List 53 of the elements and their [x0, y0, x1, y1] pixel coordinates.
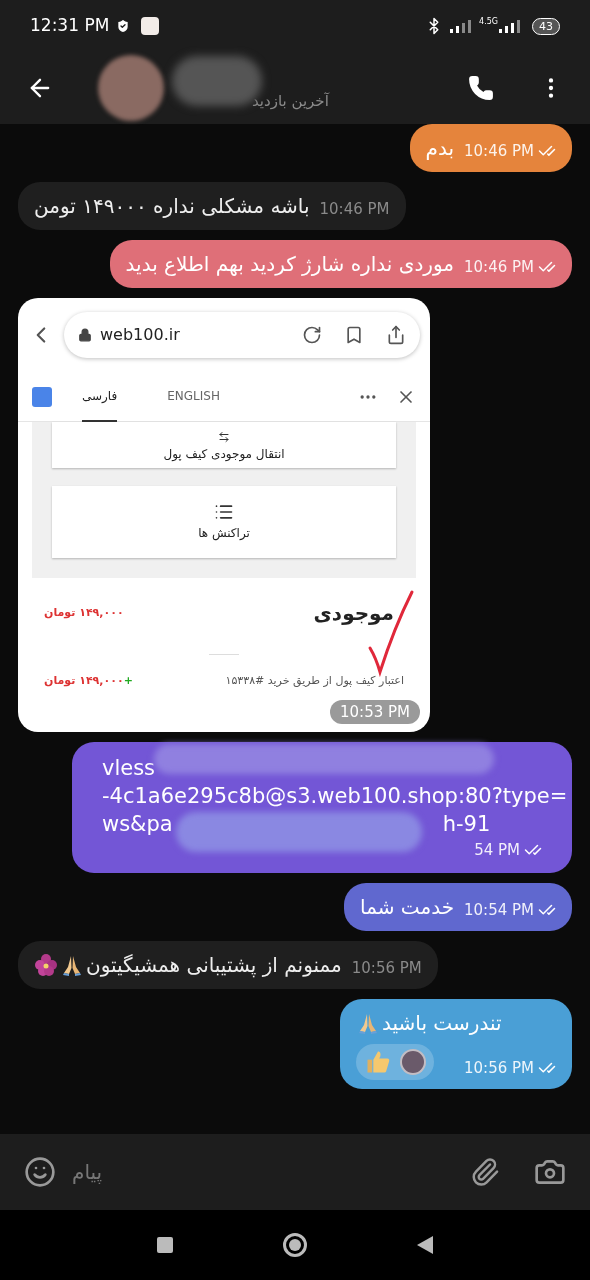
- message-text: ممنونم از پشتیبانی همشیگیتون: [86, 952, 342, 980]
- reaction-chip[interactable]: [356, 1044, 434, 1080]
- back-triangle-icon[interactable]: [417, 1236, 433, 1254]
- message-text: تندرست باشید: [382, 1010, 502, 1037]
- share-icon[interactable]: [386, 325, 406, 345]
- message-time: 10:56 PM: [464, 1057, 534, 1079]
- message-time: 10:46 PM: [464, 256, 534, 278]
- message-time: 10:53 PM: [330, 699, 420, 724]
- message-time: 10:56 PM: [351, 957, 422, 979]
- battery-level: 43: [532, 17, 560, 35]
- shield-icon: [115, 18, 132, 34]
- notification-icon: [141, 17, 160, 35]
- card-label: انتقال موجودی کیف پول: [163, 446, 285, 463]
- address-bar[interactable]: web100.ir: [64, 312, 420, 358]
- message-text: موردی نداره شارژ کردید بهم اطلاع بدید: [125, 251, 454, 278]
- message-composer[interactable]: پیام: [0, 1134, 590, 1210]
- message-input[interactable]: پیام: [72, 1157, 454, 1187]
- message-text: خدمت شما: [360, 894, 454, 921]
- language-tab[interactable]: ENGLISH: [167, 371, 220, 422]
- bookmark-icon[interactable]: [344, 325, 364, 345]
- url-text: web100.ir: [100, 324, 181, 346]
- menu-card[interactable]: انتقال موجودی کیف پول: [52, 422, 396, 468]
- balance-amount: ۱۴۹,۰۰۰ تومان: [44, 604, 124, 621]
- message-text: vless: [102, 755, 156, 782]
- attach-icon[interactable]: [470, 1157, 500, 1187]
- flower-icon: [34, 953, 58, 977]
- message-time: 54 PM: [474, 840, 520, 861]
- message-text: باشه مشکلی نداره ۱۴۹۰۰۰ تومن: [34, 193, 310, 220]
- message-text: بدم: [425, 135, 454, 162]
- transfer-icon: [218, 431, 230, 443]
- network-label: 4.5G: [479, 16, 498, 28]
- message-text: -4c1a6e295c8b@s3.web100.shop:80?type=: [102, 783, 568, 810]
- list-icon: [214, 502, 234, 522]
- transaction-amount: ۱۴۹,۰۰۰ تومان: [44, 673, 124, 689]
- transaction-description: اعتبار کیف پول از طریق خرید #۱۵۳۳۸: [225, 673, 404, 689]
- status-time: 12:31 PM: [30, 14, 110, 38]
- plus-sign: +: [123, 673, 133, 689]
- last-seen-status: آخرین بازدید: [252, 90, 329, 112]
- message-time: 10:54 PM: [464, 899, 534, 921]
- lock-icon: [78, 328, 92, 342]
- message-text: h-91: [442, 811, 491, 838]
- message-time: 10:46 PM: [319, 198, 390, 220]
- message-time: 10:46 PM: [464, 140, 534, 162]
- message-text: ws&pa: [102, 811, 173, 838]
- card-label: تراکنش ها: [198, 525, 250, 542]
- phone-icon[interactable]: [468, 75, 494, 101]
- balance-label: موجودی: [313, 600, 394, 627]
- avatar: [400, 1049, 426, 1075]
- home-button[interactable]: [283, 1233, 307, 1257]
- emoji-icon[interactable]: [24, 1156, 56, 1188]
- reload-icon[interactable]: [302, 325, 322, 345]
- avatar[interactable]: [98, 55, 164, 121]
- menu-card[interactable]: تراکنش ها: [52, 486, 396, 558]
